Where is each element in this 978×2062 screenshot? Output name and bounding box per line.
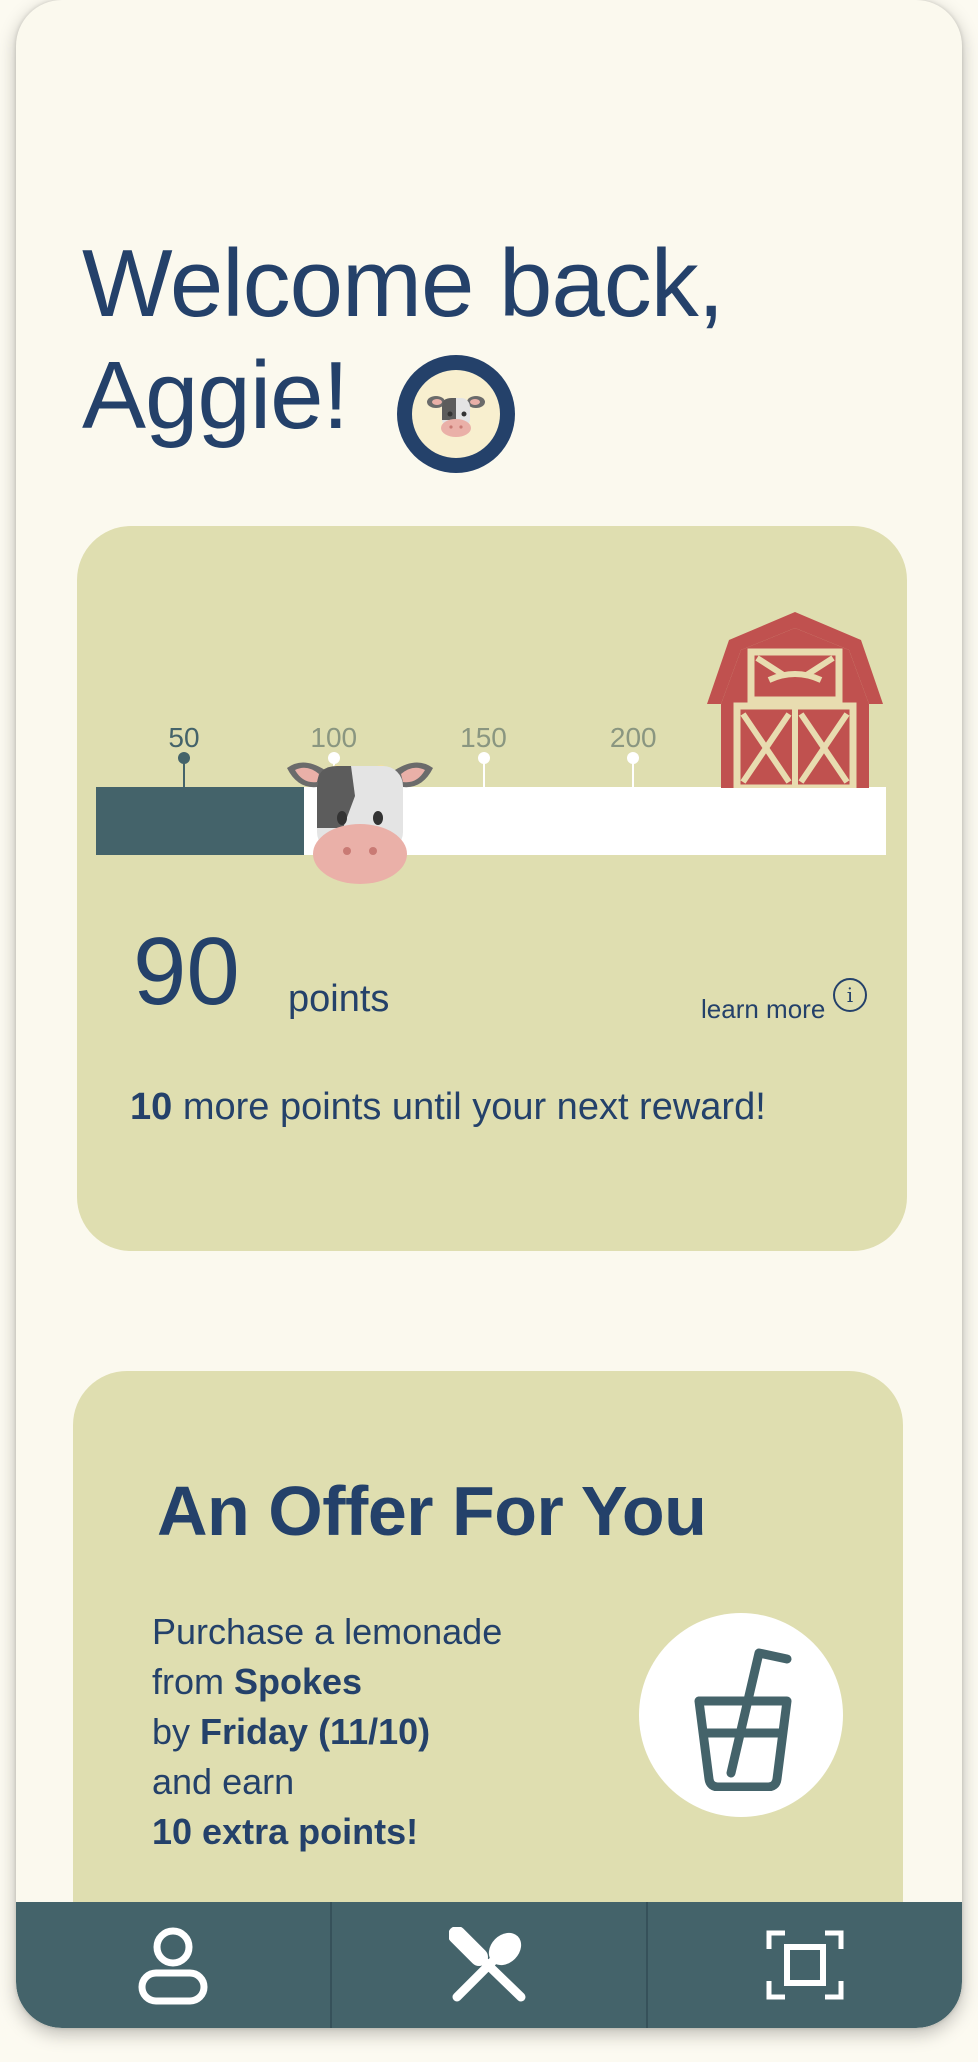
progress-fill — [96, 787, 304, 855]
app-screen: Welcome back, Aggie! 50 100 150 200 90 p… — [16, 0, 962, 2028]
scan-icon — [766, 1930, 844, 2000]
offer-line-2: from Spokes — [152, 1657, 502, 1707]
welcome-line-1: Welcome back, — [82, 230, 724, 337]
nav-scan-button[interactable] — [648, 1902, 962, 2028]
offer-line-4: and earn — [152, 1761, 295, 1802]
offer-line-1: Purchase a lemonade — [152, 1611, 503, 1652]
progress-tick-200 — [627, 752, 640, 788]
fork-spoon-icon — [449, 1927, 526, 2002]
offer-title: An Offer For You — [157, 1472, 707, 1550]
drink-icon-badge — [639, 1613, 843, 1817]
drink-cup-icon — [694, 1648, 792, 1791]
nav-profile-button[interactable] — [16, 1902, 332, 2028]
offer-description: Purchase a lemonade from Spokes by Frida… — [152, 1607, 502, 1857]
cow-marker-icon — [286, 762, 433, 884]
nav-menu-button[interactable] — [332, 1902, 648, 2028]
progress-tick-label: 150 — [460, 722, 507, 753]
bottom-nav — [16, 1902, 962, 2028]
barn-icon — [707, 612, 883, 788]
offer-line-5: 10 extra points! — [152, 1807, 502, 1857]
offer-line-3-prefix: by — [152, 1711, 201, 1752]
points-card: 50 100 150 200 90 points learn more i 10… — [77, 526, 907, 1251]
next-reward-text: more points until your next reward! — [172, 1086, 766, 1128]
offer-vendor: Spokes — [234, 1661, 363, 1702]
progress-tick-150 — [477, 752, 490, 788]
points-value: 90 — [133, 918, 240, 1025]
learn-more-link[interactable]: learn more — [701, 994, 825, 1025]
offer-reward: 10 extra points! — [152, 1811, 419, 1852]
offer-deadline: Friday (11/10) — [200, 1711, 431, 1752]
progress-tick-50 — [178, 752, 190, 788]
next-reward-count: 10 — [130, 1086, 173, 1128]
progress-tick-label: 50 — [168, 722, 200, 753]
offer-line-2-prefix: from — [152, 1661, 235, 1702]
progress-tick-label: 200 — [609, 722, 657, 753]
points-label: points — [288, 978, 390, 1020]
cow-avatar-icon — [412, 370, 500, 458]
info-icon[interactable]: i — [833, 978, 867, 1012]
user-icon — [138, 1927, 208, 2005]
progress-tick-label: 100 — [310, 722, 358, 753]
next-reward-message: 10 more points until your next reward! — [130, 1086, 766, 1129]
profile-avatar[interactable] — [397, 355, 515, 473]
offer-line-3: by Friday (11/10) — [152, 1707, 502, 1757]
